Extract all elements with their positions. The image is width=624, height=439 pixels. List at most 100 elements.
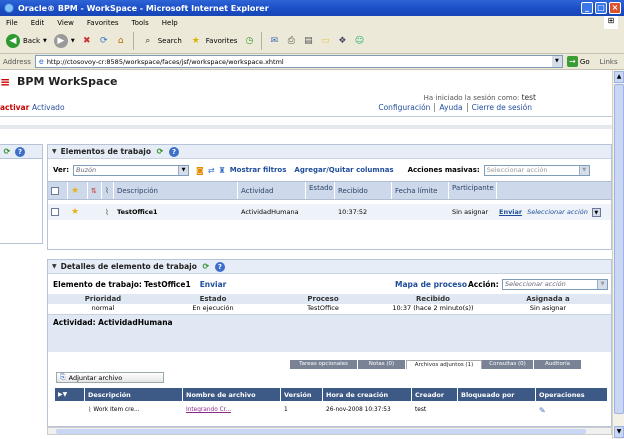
mail-icon[interactable]: ✉: [267, 34, 281, 48]
discuss-icon[interactable]: ▭: [318, 34, 332, 48]
edit-attachment-icon[interactable]: ✎: [539, 406, 546, 415]
refresh-icon[interactable]: ⟳: [97, 34, 111, 48]
expand-icon[interactable]: ▶▼: [58, 391, 67, 398]
links-label[interactable]: Links: [600, 58, 618, 66]
refresh-icon[interactable]: ⟳: [155, 147, 165, 157]
att-col-operaciones[interactable]: Operaciones: [536, 388, 607, 401]
menu-favorites[interactable]: Favorites: [87, 19, 119, 27]
scroll-down-icon[interactable]: ▼: [614, 426, 624, 438]
table-row[interactable]: ★ ⌇ TestOffice1 ActividadHumana 10:37:52…: [48, 204, 611, 220]
address-label: Address: [3, 57, 31, 66]
activado-link[interactable]: Activado: [32, 103, 65, 112]
att-col-bloqueado[interactable]: Bloqueado por: [458, 388, 536, 401]
export-icon[interactable]: ⇄: [208, 166, 215, 175]
research-icon[interactable]: ❖: [335, 34, 349, 48]
menu-file[interactable]: File: [6, 19, 18, 27]
att-archivo-link[interactable]: Integrando Cr...: [183, 404, 281, 416]
row-accion-link[interactable]: Seleccionar acción: [527, 208, 588, 216]
val-proceso: TestOffice: [307, 304, 339, 312]
row-enviar-link[interactable]: Enviar: [499, 208, 522, 216]
collapse-icon[interactable]: ▼: [52, 148, 57, 155]
row-checkbox[interactable]: [51, 208, 59, 216]
col-recibido[interactable]: Recibido: [335, 182, 392, 199]
stop-icon[interactable]: ✖: [80, 34, 94, 48]
worklist-title: Elementos de trabajo: [60, 147, 152, 156]
menu-tools[interactable]: Tools: [132, 19, 149, 27]
close-button[interactable]: ×: [609, 2, 621, 14]
configuracion-link[interactable]: Configuración: [374, 103, 434, 112]
mapa-proceso-link[interactable]: Mapa de proceso: [395, 280, 467, 289]
help-icon[interactable]: ?: [214, 261, 225, 272]
val-estado: En ejecución: [192, 304, 234, 312]
print-icon[interactable]: ⎙: [284, 34, 298, 48]
go-button[interactable]: → Go: [566, 56, 590, 67]
horizontal-scrollbar[interactable]: [47, 427, 612, 435]
att-col-descripcion[interactable]: Descripción: [85, 388, 183, 401]
select-all-checkbox[interactable]: [51, 186, 59, 195]
refresh-icon[interactable]: ⟳: [2, 147, 12, 157]
menu-help[interactable]: Help: [162, 19, 178, 27]
col-actividad[interactable]: Actividad: [238, 182, 306, 199]
att-col-version[interactable]: Versión: [281, 388, 323, 401]
history-icon[interactable]: ◷: [242, 34, 256, 48]
back-button[interactable]: ◀ Back ▼: [4, 31, 49, 51]
details-enviar-link[interactable]: Enviar: [200, 280, 227, 289]
scroll-thumb[interactable]: [614, 84, 624, 414]
star-icon[interactable]: ★: [71, 207, 79, 217]
row-descripcion[interactable]: TestOffice1: [114, 204, 238, 220]
tab-tareas[interactable]: Tareas opcionales: [290, 360, 358, 369]
tab-consultas[interactable]: Consultas (0): [482, 360, 534, 369]
collapse-icon[interactable]: ▼: [52, 263, 57, 270]
search-button[interactable]: ⌕ Search: [139, 31, 184, 51]
paperclip-icon[interactable]: ⌇: [105, 186, 109, 195]
address-dropdown[interactable]: ▼: [551, 56, 562, 67]
mostrar-filtros-link[interactable]: Mostrar filtros: [230, 166, 287, 174]
edit-icon[interactable]: ▤: [301, 34, 315, 48]
menu-edit[interactable]: Edit: [31, 19, 45, 27]
address-input[interactable]: e http://ctosovoy-cr:8585/workspace/face…: [34, 55, 563, 68]
col-prioridad: Prioridad: [84, 295, 122, 303]
table-row[interactable]: ⌇ Work Item cre... Integrando Cr... 1 26…: [55, 404, 607, 416]
favorites-button[interactable]: ★ Favorites: [187, 31, 240, 51]
col-fecha-limite[interactable]: Fecha límite: [392, 182, 449, 199]
att-col-archivo[interactable]: Nombre de archivo: [183, 388, 281, 401]
cierre-sesion-link[interactable]: Cierre de sesión: [466, 103, 536, 112]
tab-archivos[interactable]: Archivos adjuntos (1): [406, 360, 482, 369]
ver-value: Buzón: [76, 166, 97, 174]
rss-icon[interactable]: ◙: [196, 166, 204, 175]
att-col-hora[interactable]: Hora de creación: [323, 388, 412, 401]
messenger-icon[interactable]: ☺: [352, 34, 366, 48]
filter-icon[interactable]: ♜: [219, 166, 226, 175]
col-estado[interactable]: Estado: [306, 182, 335, 199]
priority-icon[interactable]: ⇅: [91, 187, 97, 195]
ayuda-link[interactable]: Ayuda: [434, 103, 466, 112]
tab-auditoria[interactable]: Auditoría: [534, 360, 582, 369]
ie-icon: [4, 3, 14, 13]
star-icon[interactable]: ★: [71, 186, 79, 196]
menu-view[interactable]: View: [57, 19, 74, 27]
att-col-creador[interactable]: Creador: [412, 388, 458, 401]
agregar-columnas-link[interactable]: Agregar/Quitar columnas: [294, 166, 393, 174]
adjuntar-button[interactable]: ⎘ Adjuntar archivo: [56, 372, 164, 383]
acciones-masivas-select[interactable]: Seleccionar acción ▼: [483, 164, 590, 176]
vertical-scrollbar[interactable]: ▲ ▼: [612, 70, 624, 439]
forward-button[interactable]: ▶ ▼: [52, 31, 77, 51]
session-user: test: [521, 93, 536, 102]
chevron-down-icon: ▼: [70, 38, 75, 44]
home-icon[interactable]: ⌂: [114, 34, 128, 48]
help-icon[interactable]: ?: [15, 146, 25, 157]
minimize-button[interactable]: _: [581, 2, 593, 14]
ver-select[interactable]: Buzón ▼: [73, 164, 190, 176]
activar-link[interactable]: activar: [0, 103, 29, 112]
tab-notas[interactable]: Notas (0): [358, 360, 406, 369]
maximize-button[interactable]: □: [595, 2, 607, 14]
accion-select[interactable]: Seleccionar acción ▼: [502, 278, 608, 290]
col-participante[interactable]: Participante: [449, 182, 497, 199]
scroll-up-icon[interactable]: ▲: [614, 71, 624, 83]
accion-value: Seleccionar acción: [505, 280, 566, 288]
col-descripcion[interactable]: Descripción: [114, 182, 238, 199]
search-icon: ⌕: [145, 36, 151, 46]
chevron-down-icon[interactable]: ▼: [591, 207, 601, 217]
help-icon[interactable]: ?: [169, 146, 180, 157]
refresh-icon[interactable]: ⟳: [201, 262, 211, 272]
